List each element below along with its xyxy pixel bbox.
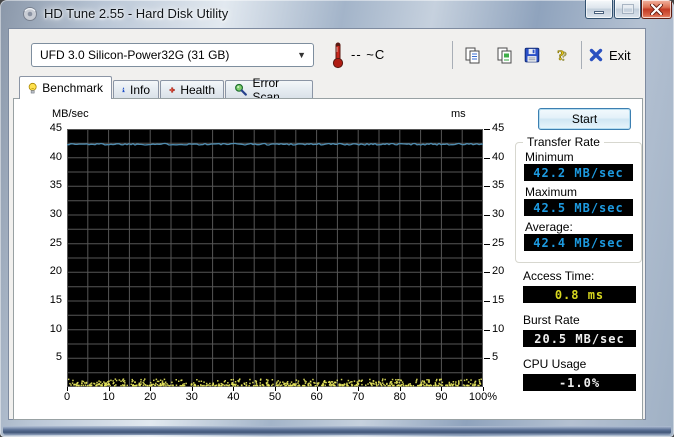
help-button[interactable]: ? ? bbox=[549, 42, 575, 68]
y-axis-tick-label-left: 30 bbox=[49, 208, 62, 220]
y-axis-tick-label-left: 20 bbox=[49, 265, 62, 278]
y-axis-tick-mark bbox=[484, 358, 490, 360]
close-button[interactable] bbox=[641, 0, 672, 19]
thermometer-icon bbox=[332, 42, 344, 69]
titlebar[interactable]: HD Tune 2.55 - Hard Disk Utility bbox=[0, 0, 674, 28]
tab-label: Health bbox=[180, 82, 215, 97]
y-axis-tick-label-right: 30 bbox=[492, 208, 505, 220]
y-axis-tick-label-right: 10 bbox=[492, 322, 505, 335]
x-axis-tick-label: 10 bbox=[102, 391, 115, 403]
burst-rate-value-lcd: 20.5 MB/sec bbox=[523, 330, 636, 347]
y-axis-tick-label-left: 5 bbox=[55, 351, 62, 364]
transfer-rate-group: Transfer Rate Minimum 42.2 MB/sec Maximu… bbox=[515, 135, 642, 263]
copy-text-button[interactable] bbox=[459, 42, 485, 68]
drive-select[interactable]: UFD 3.0 Silicon-Power32G (31 GB) ▼ bbox=[31, 43, 314, 67]
health-cross-icon bbox=[169, 86, 175, 93]
y-axis-tick-label-left: 40 bbox=[49, 150, 62, 163]
maximize-icon bbox=[622, 5, 633, 13]
transfer-rate-group-title: Transfer Rate bbox=[523, 135, 604, 149]
cpu-usage-value-lcd: -1.0% bbox=[523, 374, 636, 391]
window-title: HD Tune 2.55 - Hard Disk Utility bbox=[44, 6, 229, 21]
y-axis-tick-label-right: 20 bbox=[492, 265, 505, 278]
y-axis-tick-mark bbox=[484, 301, 490, 302]
right-axis-unit-label: ms bbox=[451, 108, 466, 120]
tab-health[interactable]: Health bbox=[160, 80, 224, 98]
exit-x-icon bbox=[589, 48, 603, 62]
x-axis-tick-label: 30 bbox=[185, 391, 198, 403]
frame-bottom-accent bbox=[3, 426, 671, 435]
minimum-value-lcd: 42.2 MB/sec bbox=[524, 164, 633, 181]
chevron-down-icon: ▼ bbox=[297, 50, 306, 60]
y-axis-tick-label-right: 35 bbox=[492, 179, 505, 192]
y-axis-tick-mark bbox=[484, 329, 490, 331]
toolbar-separator bbox=[452, 41, 453, 69]
y-axis-tick-label-left: 45 bbox=[49, 122, 62, 134]
info-icon bbox=[122, 87, 125, 92]
hdtune-window: HD Tune 2.55 - Hard Disk Utility UFD 3.0… bbox=[0, 0, 674, 437]
y-axis-tick-mark bbox=[484, 186, 490, 188]
tab-error-scan[interactable]: Error Scan bbox=[225, 76, 313, 104]
dialog: UFD 3.0 Silicon-Power32G (31 GB) ▼ -- ~C bbox=[8, 28, 646, 420]
tab-label: Benchmark bbox=[42, 81, 103, 95]
copy-icon bbox=[465, 47, 479, 63]
save-icon bbox=[524, 47, 540, 63]
close-icon bbox=[650, 3, 663, 15]
access-time-value-lcd: 0.8 ms bbox=[523, 286, 636, 303]
tab-benchmark[interactable]: Benchmark bbox=[19, 76, 112, 99]
magnifier-icon bbox=[235, 83, 247, 96]
x-axis-tick-label: 40 bbox=[227, 391, 240, 403]
save-screenshot-button[interactable] bbox=[519, 42, 545, 68]
tab-info[interactable]: Info bbox=[113, 80, 159, 98]
y-axis-tick-label-right: 40 bbox=[492, 150, 505, 163]
copy-image-icon bbox=[497, 47, 511, 63]
toolbar-separator bbox=[581, 41, 582, 69]
y-axis-tick-label-left: 25 bbox=[49, 236, 62, 249]
start-button[interactable]: Start bbox=[538, 108, 631, 130]
x-axis-tick-label: 20 bbox=[144, 391, 157, 403]
average-label: Average: bbox=[525, 220, 573, 234]
x-axis-tick-label: 90 bbox=[435, 391, 448, 403]
y-axis-tick-label-left: 10 bbox=[49, 322, 62, 335]
maximum-label: Maximum bbox=[525, 185, 578, 199]
y-axis-tick-mark bbox=[484, 272, 490, 274]
exit-label: Exit bbox=[609, 47, 631, 63]
y-axis-tick-label-right: 15 bbox=[492, 294, 505, 306]
x-axis-tick-label: 100% bbox=[468, 391, 498, 403]
y-axis-tick-label-right: 5 bbox=[492, 351, 499, 364]
cpu-usage-label: CPU Usage bbox=[523, 357, 587, 371]
x-axis-tick-label: 80 bbox=[393, 391, 406, 403]
temperature-display: -- ~C bbox=[351, 47, 386, 62]
y-axis-tick-label-left: 15 bbox=[49, 294, 62, 306]
burst-rate-label: Burst Rate bbox=[523, 313, 580, 327]
y-axis-tick-mark bbox=[484, 243, 490, 245]
lightbulb-icon bbox=[28, 82, 37, 93]
y-axis-tick-mark bbox=[484, 215, 490, 216]
access-time-label: Access Time: bbox=[523, 269, 595, 283]
maximum-value-lcd: 42.5 MB/sec bbox=[524, 199, 633, 216]
y-axis-tick-label-right: 25 bbox=[492, 236, 505, 249]
y-axis-tick-mark bbox=[484, 157, 490, 159]
y-axis-tick-mark bbox=[484, 129, 490, 130]
average-value-lcd: 42.4 MB/sec bbox=[524, 234, 633, 251]
benchmark-chart bbox=[67, 129, 483, 387]
tab-label: Info bbox=[129, 82, 150, 97]
exit-button[interactable]: Exit bbox=[589, 42, 647, 68]
y-axis-tick-label-left: 35 bbox=[49, 179, 62, 192]
help-icon: ? ? bbox=[556, 47, 567, 64]
copy-image-button[interactable] bbox=[491, 42, 517, 68]
app-icon bbox=[23, 7, 37, 21]
minimize-icon bbox=[594, 10, 604, 14]
drive-select-value: UFD 3.0 Silicon-Power32G (31 GB) bbox=[40, 48, 230, 62]
left-axis-unit-label: MB/sec bbox=[52, 108, 89, 120]
x-axis-tick-label: 0 bbox=[63, 391, 71, 403]
x-axis-tick-label: 50 bbox=[268, 391, 282, 403]
benchmark-panel: MB/sec ms Start Transfer Rate Minimum 42… bbox=[13, 98, 643, 420]
maximize-button[interactable] bbox=[614, 0, 641, 19]
x-axis-tick-label: 70 bbox=[352, 391, 365, 403]
x-axis-tick-label: 60 bbox=[310, 391, 323, 403]
y-axis-tick-label-right: 45 bbox=[492, 122, 505, 134]
svg-text:?: ? bbox=[557, 48, 565, 64]
minimum-label: Minimum bbox=[525, 150, 574, 164]
minimize-button[interactable] bbox=[585, 0, 613, 19]
